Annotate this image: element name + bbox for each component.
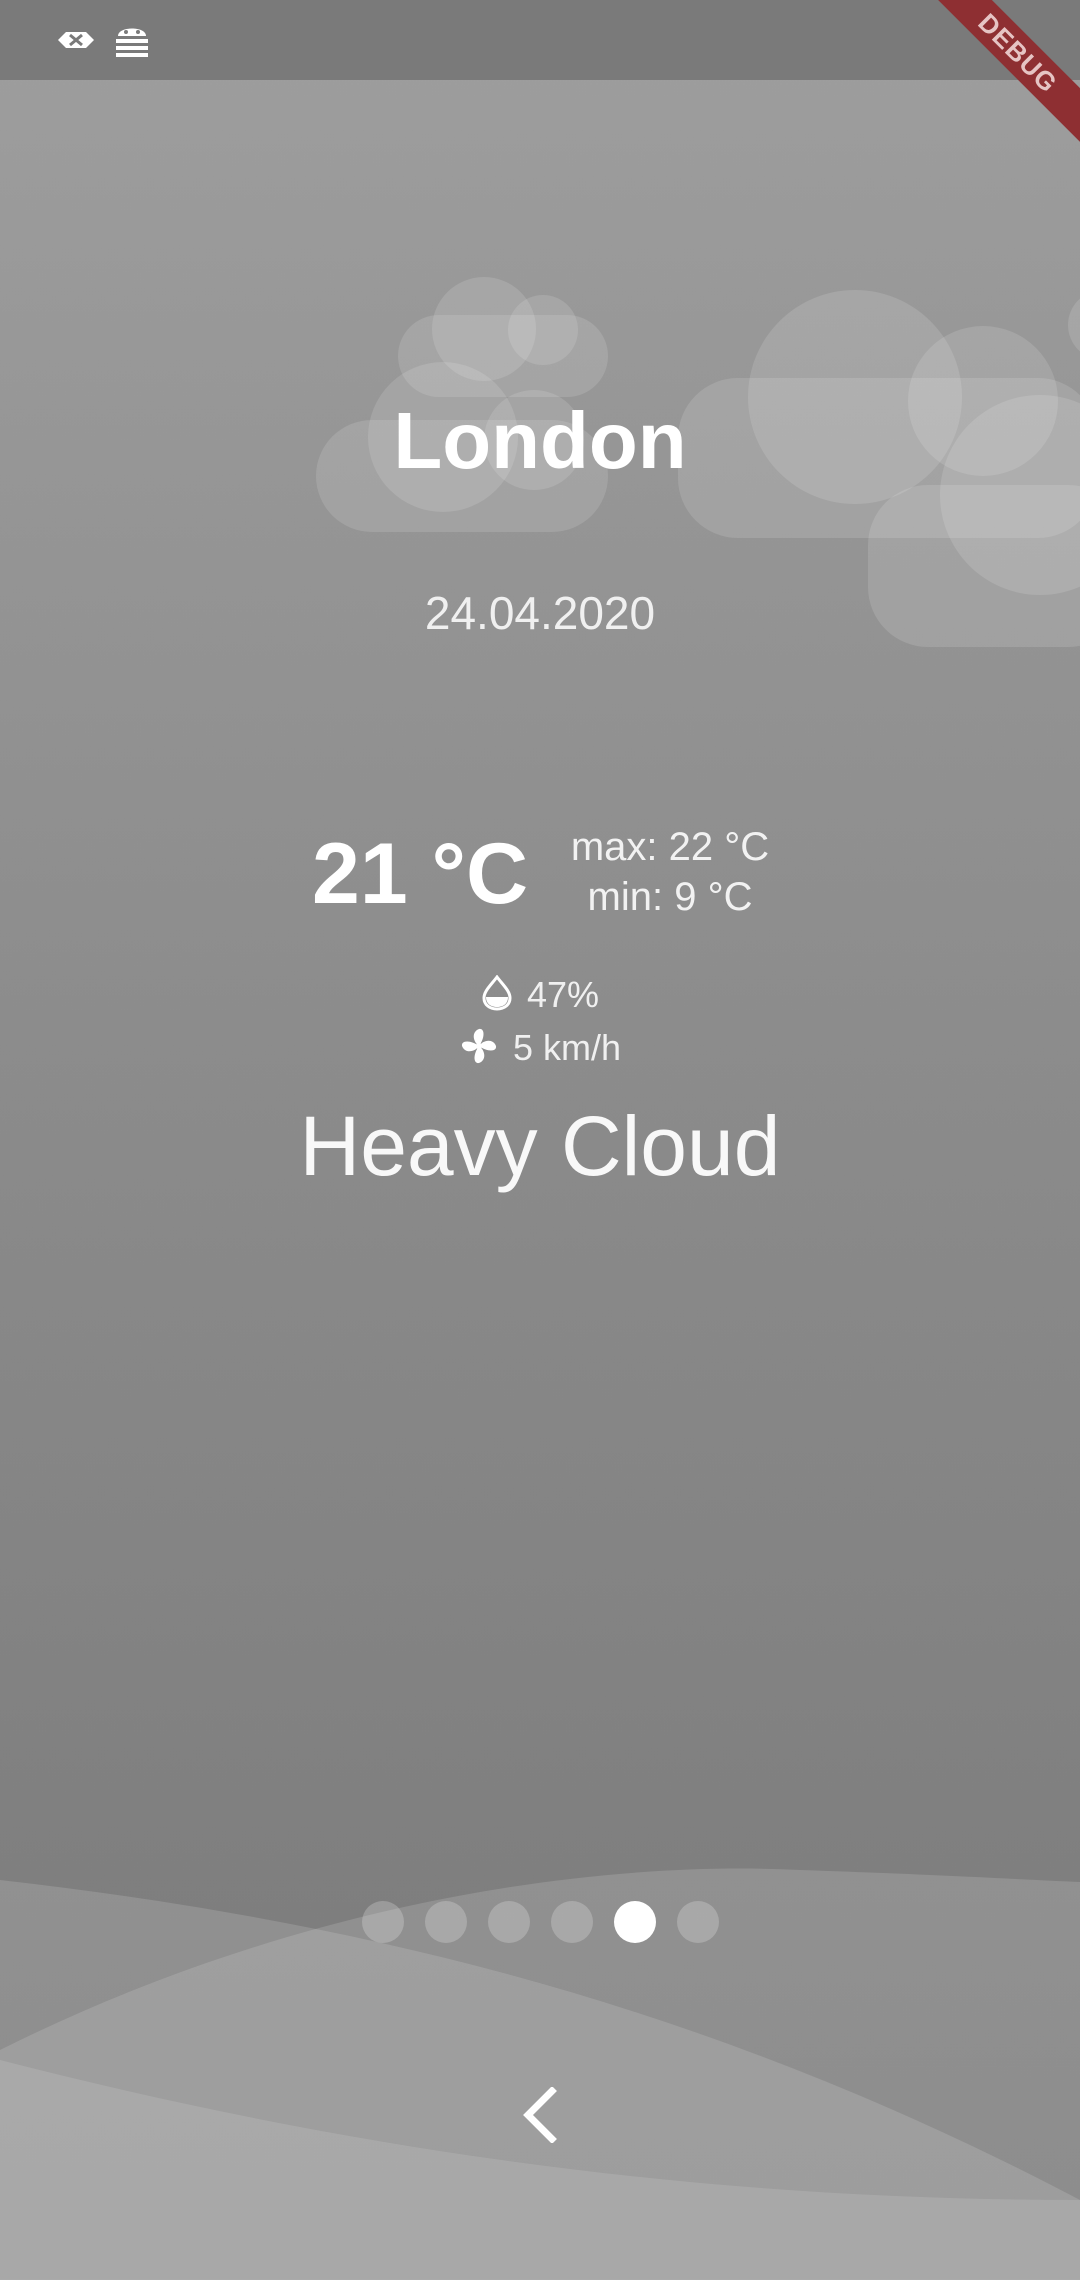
debug-banner: DEBUG (920, 0, 1080, 160)
page-dot-6[interactable] (676, 1901, 719, 1943)
page-dot-4[interactable] (550, 1901, 593, 1943)
city-name: London (393, 396, 687, 485)
page-indicator (0, 1901, 1080, 1943)
back-button[interactable] (510, 2080, 570, 2150)
page-dot-1[interactable] (361, 1901, 404, 1943)
page-dot-2[interactable] (424, 1901, 467, 1943)
page-dot-5-active[interactable] (613, 1901, 656, 1943)
debug-label: DEBUG (920, 0, 1080, 152)
chevron-left-icon (523, 2087, 557, 2143)
page-dot-3[interactable] (487, 1901, 530, 1943)
